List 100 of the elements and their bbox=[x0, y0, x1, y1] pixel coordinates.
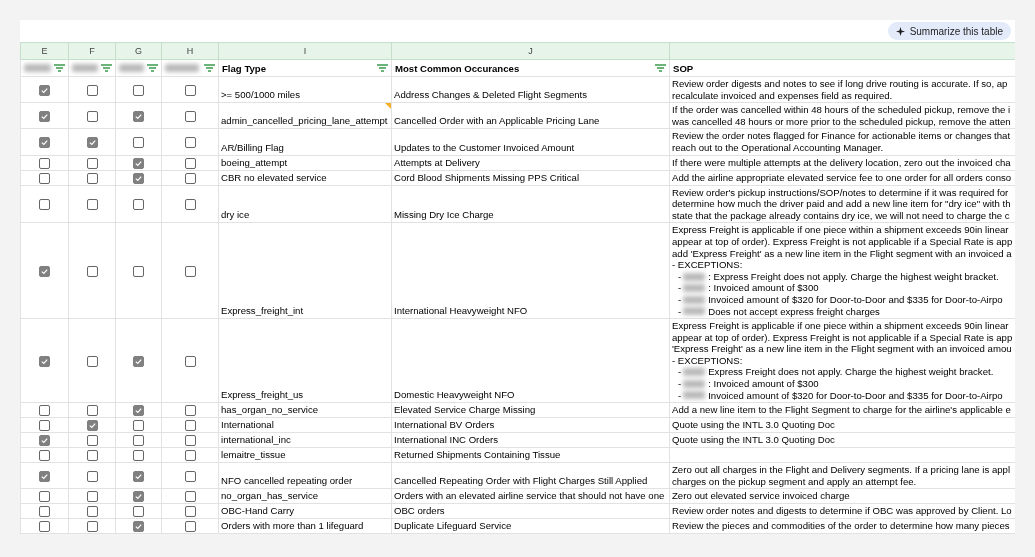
checkbox[interactable] bbox=[86, 136, 98, 148]
checkbox[interactable] bbox=[184, 110, 196, 122]
checkbox[interactable] bbox=[184, 435, 196, 447]
comment-marker-icon[interactable] bbox=[385, 103, 391, 110]
column-letter[interactable]: G bbox=[135, 46, 142, 56]
checkbox[interactable] bbox=[39, 450, 50, 462]
checkbox[interactable] bbox=[133, 265, 144, 277]
checkbox[interactable] bbox=[184, 521, 196, 533]
checkbox[interactable] bbox=[184, 420, 196, 432]
sparkle-icon bbox=[895, 26, 905, 36]
sop-text: Review order digests and notes to see if long drive routing is accurate. If so, ap bbox=[672, 78, 1009, 90]
checkbox[interactable] bbox=[86, 450, 98, 462]
checkbox[interactable] bbox=[184, 84, 196, 96]
checkbox[interactable] bbox=[184, 506, 196, 518]
checkbox[interactable] bbox=[184, 450, 196, 462]
table-cell: no_organ_has_service bbox=[221, 489, 319, 503]
checkbox[interactable] bbox=[39, 521, 50, 533]
column-letter[interactable]: I bbox=[303, 46, 307, 56]
checkbox[interactable] bbox=[133, 355, 144, 367]
checkbox[interactable] bbox=[86, 470, 98, 482]
column-letter[interactable]: J bbox=[528, 46, 533, 56]
sop-text: appear at top of order). Express Freight is not applicable if a Special Rate is app bbox=[672, 331, 1014, 344]
checkbox[interactable] bbox=[133, 110, 144, 122]
checkbox[interactable] bbox=[39, 110, 50, 122]
column-letter[interactable]: H bbox=[186, 46, 194, 56]
checkbox[interactable] bbox=[133, 491, 144, 503]
checkbox[interactable] bbox=[133, 521, 144, 533]
checkbox[interactable] bbox=[86, 405, 98, 417]
checkbox[interactable] bbox=[184, 470, 196, 482]
checkbox[interactable] bbox=[86, 172, 98, 184]
checkbox[interactable] bbox=[39, 491, 50, 503]
checkbox[interactable] bbox=[184, 405, 196, 417]
sop-text: was cancelled 48 hours or more prior to the scheduled pickup, remove the atten bbox=[672, 115, 1012, 128]
checkbox[interactable] bbox=[184, 198, 196, 210]
sop-text: 'Express Freight' as a new line item in the Flight segment with an invoiced amou bbox=[672, 343, 1013, 355]
table-cell: International bbox=[221, 418, 274, 432]
checkbox[interactable] bbox=[133, 157, 144, 169]
checkbox[interactable] bbox=[86, 265, 98, 277]
checkbox[interactable] bbox=[184, 172, 196, 184]
blurred-text bbox=[683, 368, 706, 377]
table-cell: Updates to the Customer Invoiced Amount bbox=[394, 140, 575, 154]
checkbox[interactable] bbox=[133, 198, 144, 210]
checkbox[interactable] bbox=[184, 157, 196, 169]
sop-text: Express Freight is applicable if one piece within a shipment exceeds 90in linear bbox=[672, 224, 1010, 236]
checkbox[interactable] bbox=[86, 506, 98, 518]
checkbox[interactable] bbox=[184, 265, 196, 277]
checkbox[interactable] bbox=[184, 491, 196, 503]
list-dash: - bbox=[678, 389, 682, 402]
checkbox[interactable] bbox=[133, 450, 144, 462]
checkbox[interactable] bbox=[133, 470, 144, 482]
table-cell: Cancelled Order with an Applicable Pricing Lane bbox=[394, 114, 600, 128]
checkbox[interactable] bbox=[184, 355, 196, 367]
sop-text: determine how much the driver paid and add a new line item for "dry ice" with th bbox=[672, 198, 1012, 210]
checkbox[interactable] bbox=[39, 506, 50, 518]
sop-text: Does not accept express freight charges bbox=[708, 305, 880, 318]
table-cell: NFO cancelled repeating order bbox=[221, 474, 353, 488]
table-cell: Missing Dry Ice Charge bbox=[394, 208, 494, 222]
checkbox[interactable] bbox=[184, 136, 196, 148]
checkbox[interactable] bbox=[133, 172, 144, 184]
checkbox[interactable] bbox=[86, 84, 98, 96]
checkbox[interactable] bbox=[86, 521, 98, 533]
table-cell: lemaitre_tissue bbox=[221, 448, 286, 462]
checkbox[interactable] bbox=[133, 420, 144, 432]
summarize-button[interactable]: Summarize this table bbox=[887, 22, 1011, 40]
checkbox[interactable] bbox=[39, 157, 50, 169]
checkbox[interactable] bbox=[86, 491, 98, 503]
sop-text: Add the airline appropriate elevated service fee to one order for all orders conso bbox=[672, 171, 1013, 184]
checkbox[interactable] bbox=[86, 420, 98, 432]
checkbox[interactable] bbox=[39, 355, 50, 367]
checkbox[interactable] bbox=[86, 110, 98, 122]
sop-text: Zero out all charges in the Flight and Delivery segments. If a pricing lane is appl bbox=[672, 464, 1012, 476]
list-dash: - bbox=[678, 293, 682, 306]
checkbox[interactable] bbox=[133, 84, 144, 96]
checkbox[interactable] bbox=[86, 198, 98, 210]
checkbox[interactable] bbox=[39, 172, 50, 184]
checkbox[interactable] bbox=[39, 84, 50, 96]
checkbox[interactable] bbox=[39, 405, 50, 417]
column-letter[interactable]: F bbox=[89, 46, 95, 56]
sop-text: Add a new line item to the Flight Segment to charge for the airline's applicable e bbox=[672, 404, 1012, 416]
checkbox[interactable] bbox=[133, 136, 144, 148]
blurred-text bbox=[683, 307, 706, 316]
checkbox[interactable] bbox=[133, 435, 144, 447]
checkbox[interactable] bbox=[133, 405, 144, 417]
sop-text: - EXCEPTIONS: bbox=[672, 354, 744, 367]
checkbox[interactable] bbox=[39, 470, 50, 482]
sop-text: Express Freight is applicable if one piece within a shipment exceeds 90in linear bbox=[672, 320, 1010, 332]
column-letter[interactable]: E bbox=[41, 46, 48, 56]
checkbox[interactable] bbox=[39, 198, 50, 210]
checkbox[interactable] bbox=[86, 355, 98, 367]
checkbox[interactable] bbox=[39, 265, 50, 277]
checkbox[interactable] bbox=[39, 136, 50, 148]
checkbox[interactable] bbox=[39, 435, 50, 447]
checkbox[interactable] bbox=[86, 435, 98, 447]
sop-text: Invoiced amount of $320 for Door-to-Door and $335 for Door-to-Airpo bbox=[708, 389, 1003, 402]
checkbox[interactable] bbox=[133, 506, 144, 518]
blurred-text bbox=[683, 272, 706, 281]
checkbox[interactable] bbox=[86, 157, 98, 169]
table-cell: Domestic Heavyweight NFO bbox=[394, 388, 515, 402]
table-cell: admin_cancelled_pricing_lane_attempt bbox=[221, 114, 388, 128]
checkbox[interactable] bbox=[39, 420, 50, 432]
